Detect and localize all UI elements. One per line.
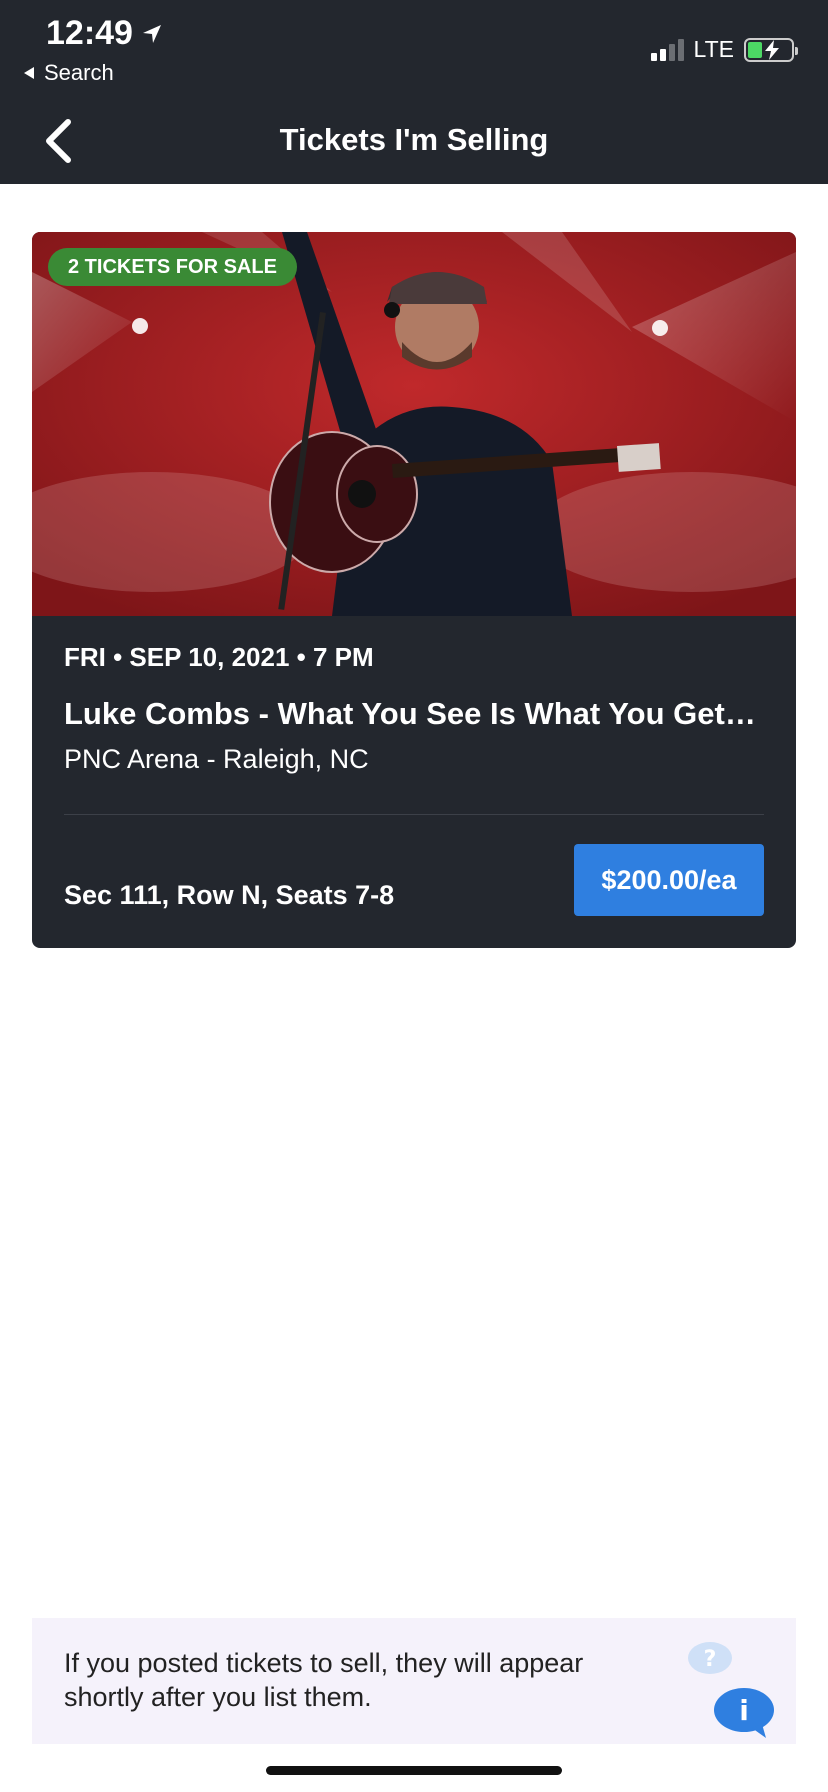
home-indicator[interactable]	[266, 1766, 562, 1775]
help-info-icon: ? i	[688, 1642, 774, 1738]
event-name: Luke Combs - What You See Is What You Ge…	[64, 696, 764, 731]
info-notice: If you posted tickets to sell, they will…	[32, 1618, 796, 1744]
signal-icon	[650, 38, 684, 61]
event-venue: PNC Arena - Raleigh, NC	[64, 744, 369, 774]
event-image: 2 TICKETS FOR SALE	[32, 232, 796, 616]
tickets-for-sale-badge: 2 TICKETS FOR SALE	[48, 248, 297, 286]
back-to-search[interactable]: Search	[22, 60, 114, 86]
price-button[interactable]: $200.00/ea	[574, 844, 764, 916]
page-title: Tickets I'm Selling	[279, 122, 549, 157]
back-triangle-icon	[24, 67, 34, 79]
divider	[64, 814, 764, 815]
svg-text:?: ?	[704, 1647, 717, 1672]
clock: 12:49	[46, 14, 133, 52]
seat-info: Sec 111, Row N, Seats 7-8	[64, 880, 395, 910]
svg-text:i: i	[739, 1694, 749, 1727]
status-time: 12:49	[46, 14, 163, 53]
network-label: LTE	[693, 36, 734, 62]
status-indicators: LTE	[650, 36, 798, 63]
event-date: FRI • SEP 10, 2021 • 7 PM	[64, 642, 374, 672]
notice-text: If you posted tickets to sell, they will…	[64, 1648, 584, 1712]
location-arrow-icon	[142, 24, 161, 43]
top-bar: 12:49 Search LTE Tickets I'm Selling	[0, 0, 828, 184]
help-chat-button[interactable]: ? i	[686, 1638, 796, 1738]
battery-icon	[744, 37, 798, 62]
event-info: FRI • SEP 10, 2021 • 7 PM Luke Combs - W…	[64, 642, 764, 775]
back-to-search-label: Search	[44, 60, 114, 85]
listing-card[interactable]: 2 TICKETS FOR SALE FRI • SEP 10, 2021 • …	[32, 232, 796, 948]
